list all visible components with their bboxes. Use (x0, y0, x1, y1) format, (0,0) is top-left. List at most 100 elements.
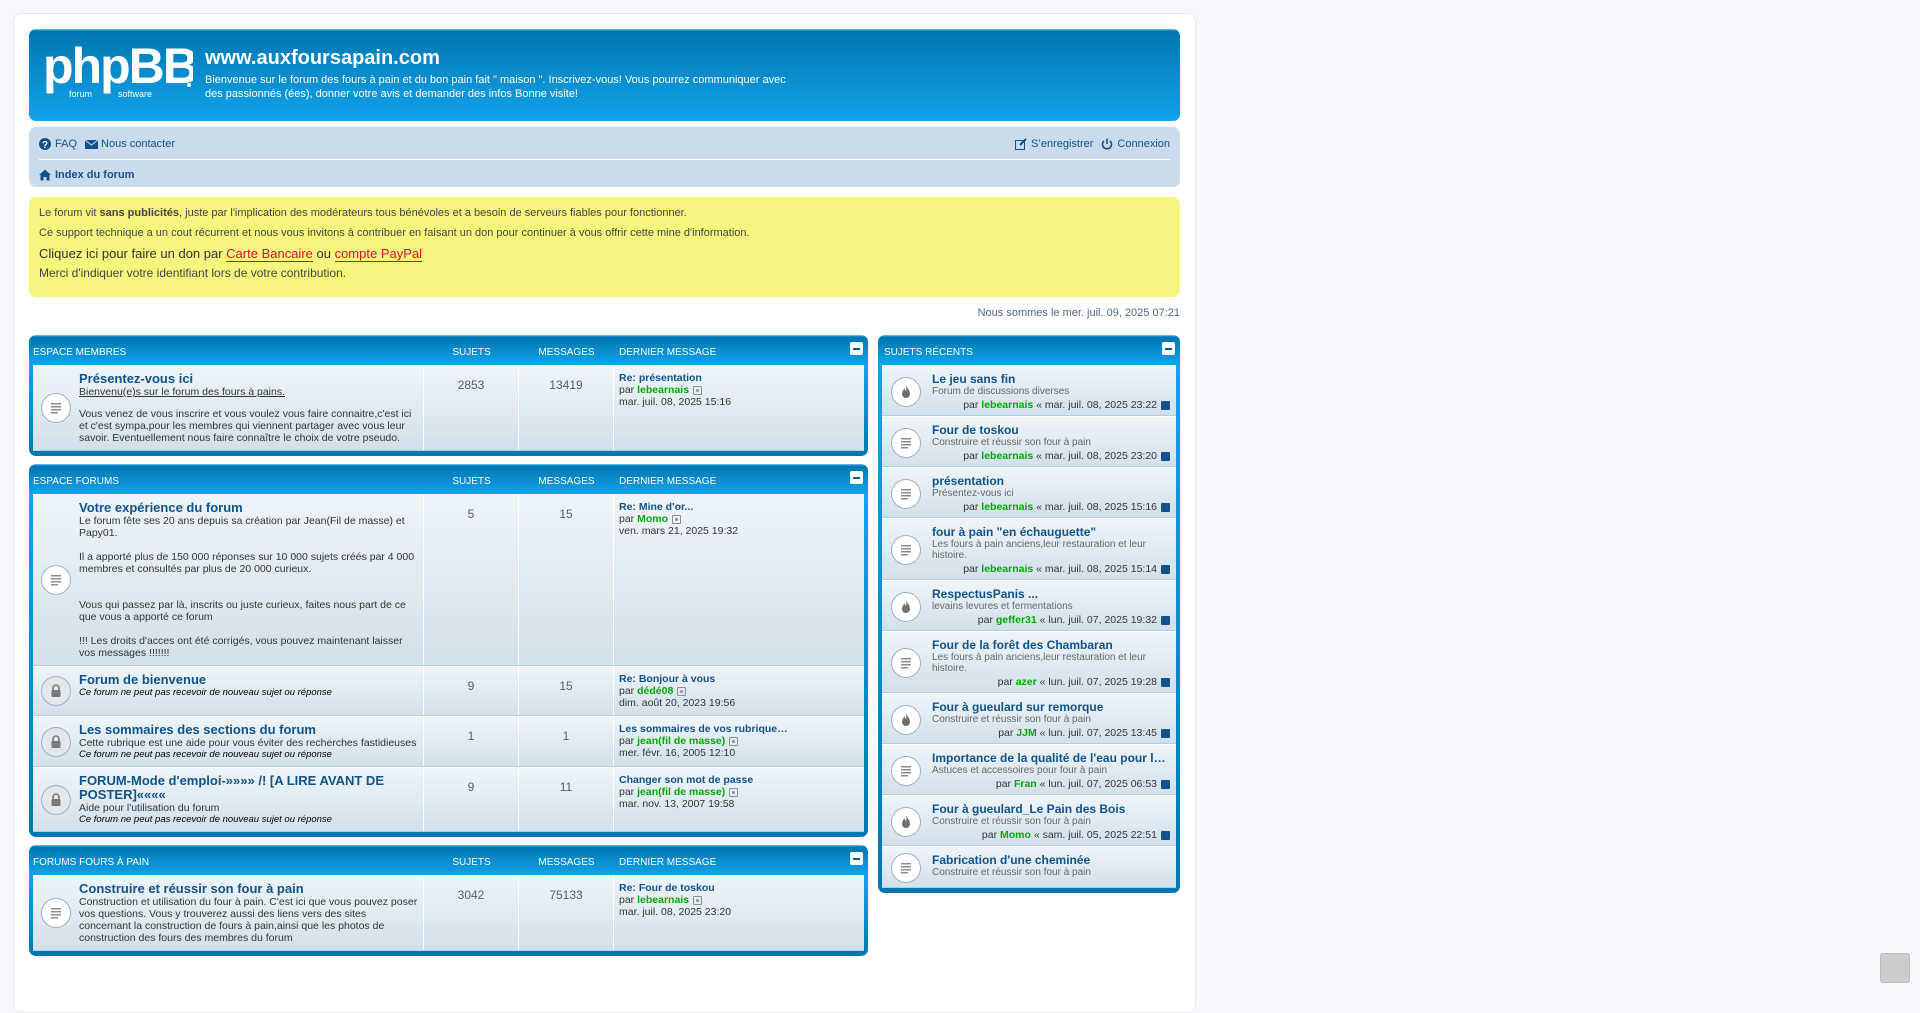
svg-text:phpBB: phpBB (43, 43, 193, 94)
recent-topic-author-link[interactable]: Fran (1014, 778, 1037, 790)
forum-index-link[interactable]: Index du forum (39, 169, 134, 181)
recent-topic-title-link[interactable]: Four à gueulard sur remorque (932, 700, 1170, 714)
recent-topic-item: Four à gueulard_Le Pain des Bois Construi… (882, 795, 1176, 846)
last-post-title-link[interactable]: Re: Four de toskou (619, 882, 715, 894)
recent-topic-title-link[interactable]: Four de toskou (932, 423, 1170, 437)
paypal-donation-link[interactable]: compte PayPal (334, 246, 423, 262)
recent-topic-body: four à pain "en échauguette" Les fours à … (926, 525, 1170, 575)
recent-topic-author-link[interactable]: JJM (1016, 727, 1036, 739)
recent-topic-item: Importance de la qualité de l'eau pour l… (882, 744, 1176, 795)
section-title[interactable]: ESPACE MEMBRES (33, 347, 424, 358)
recent-topic-author-link[interactable]: geffer31 (996, 614, 1037, 626)
view-latest-post-icon[interactable] (672, 514, 682, 524)
card-donation-link[interactable]: Carte Bancaire (226, 246, 313, 262)
last-post-title-link[interactable]: Re: Mine d'or... (619, 501, 693, 513)
recent-topic-body: Importance de la qualité de l'eau pour l… (926, 751, 1170, 790)
site-title[interactable]: www.auxfoursapain.com (205, 47, 440, 70)
col-last-header: DERNIER MESSAGE (619, 856, 717, 868)
last-post-author-link[interactable]: dédé08 (637, 685, 673, 697)
last-post-author-link[interactable]: Momo (637, 513, 668, 525)
last-post-author-link[interactable]: jean(fil de masse) (637, 735, 725, 747)
last-post: Re: Bonjour à vous par dédé08 dim. août 20… (614, 667, 864, 715)
recent-topic-date: « mar. juil. 08, 2025 23:22 (1033, 399, 1157, 411)
recent-topic-forum: Construire et réussir son four à pain (932, 437, 1091, 448)
scroll-top-button[interactable] (1880, 953, 1910, 983)
recent-topic-body: Four de la forêt des Chambaran Les fours … (926, 638, 1170, 688)
forum-title-link[interactable]: Votre expérience du forum (79, 501, 418, 515)
collapse-section-button[interactable] (850, 342, 863, 355)
recent-topic-author-link[interactable]: lebearnais (981, 501, 1033, 513)
recent-topic-title-link[interactable]: four à pain "en échauguette" (932, 525, 1170, 539)
last-post-author-link[interactable]: lebearnais (637, 384, 689, 396)
last-post: Les sommaires de vos rubrique… par jean(f… (614, 717, 864, 766)
recent-topic-title-link[interactable]: RespectusPanis ... (932, 587, 1170, 601)
view-latest-post-icon[interactable] (693, 895, 703, 905)
last-post-title-link[interactable]: Re: présentation (619, 372, 702, 384)
view-latest-post-icon[interactable] (677, 686, 687, 696)
forum-title-link[interactable]: FORUM-Mode d'emploi-»»»» /! [A LIRE AVAN… (79, 774, 418, 802)
forum-info: Votre expérience du forum Le forum fête s… (33, 495, 424, 665)
view-latest-post-icon[interactable] (729, 736, 739, 746)
collapse-section-button[interactable] (850, 471, 863, 484)
col-posts-header: MESSAGES (538, 475, 595, 487)
recent-topic-author-link[interactable]: Momo (1000, 829, 1031, 841)
by-label: par (619, 735, 638, 747)
recent-topic-author-link[interactable]: lebearnais (981, 399, 1033, 411)
collapse-section-button[interactable] (850, 852, 863, 865)
topics-count: 9 (424, 768, 519, 831)
topics-count: 5 (424, 495, 519, 665)
recent-topic-author-link[interactable]: azer (1016, 676, 1037, 688)
forum-title-link[interactable]: Les sommaires des sections du forum (79, 723, 418, 737)
recent-topic-author-link[interactable]: lebearnais (981, 563, 1033, 575)
goto-post-icon[interactable] (1161, 677, 1170, 687)
goto-post-icon[interactable] (1161, 564, 1170, 574)
last-post-author-link[interactable]: lebearnais (637, 894, 689, 906)
recent-topic-forum: Présentez-vous ici (932, 488, 1014, 499)
recent-topic-author-link[interactable]: lebearnais (981, 450, 1033, 462)
forum-title-link[interactable]: Forum de bienvenue (79, 673, 418, 687)
forum-title-link[interactable]: Présentez-vous ici (79, 372, 418, 386)
last-post-title-link[interactable]: Les sommaires de vos rubrique… (619, 723, 788, 735)
phpbb-logo[interactable]: phpBB forum software (43, 38, 199, 103)
goto-post-icon[interactable] (1161, 615, 1170, 625)
section-title[interactable]: FORUMS FOURS À PAIN (33, 857, 424, 868)
login-link[interactable]: Connexion (1101, 138, 1170, 150)
col-topics-header: SUJETS (452, 856, 491, 868)
forum-body: Construire et réussir son four à pain Con… (74, 882, 418, 945)
contact-link[interactable]: Nous contacter (84, 138, 175, 150)
view-latest-post-icon[interactable] (693, 385, 703, 395)
last-post-author-link[interactable]: jean(fil de masse) (637, 786, 725, 798)
section-title[interactable]: ESPACE FORUMS (33, 476, 424, 487)
recent-topic-date: « sam. juil. 05, 2025 22:51 (1030, 829, 1157, 841)
goto-post-icon[interactable] (1161, 728, 1170, 738)
goto-post-icon[interactable] (1161, 502, 1170, 512)
register-link[interactable]: S’enregistrer (1015, 138, 1093, 150)
forum-title-link[interactable]: Construire et réussir son four à pain (79, 882, 418, 896)
recent-topic-title-link[interactable]: Four à gueulard_Le Pain des Bois (932, 802, 1170, 816)
recent-topic-title-link[interactable]: Le jeu sans fin (932, 372, 1170, 386)
collapse-recent-button[interactable] (1162, 342, 1175, 355)
goto-post-icon[interactable] (1161, 451, 1170, 461)
goto-post-icon[interactable] (1161, 830, 1170, 840)
recent-topic-title-link[interactable]: Four de la forêt des Chambaran (932, 638, 1170, 652)
recent-topic-title-link[interactable]: Fabrication d'une cheminée (932, 853, 1170, 867)
goto-post-icon[interactable] (1161, 400, 1170, 410)
recent-topic-title-link[interactable]: Importance de la qualité de l'eau pour l… (932, 751, 1170, 765)
posts-count: 11 (519, 768, 614, 831)
last-post-date: ven. mars 21, 2025 19:32 (619, 525, 739, 537)
recent-topic-title-link[interactable]: présentation (932, 474, 1170, 488)
recent-topic-forum: levains levures et fermentations (932, 601, 1073, 612)
view-latest-post-icon[interactable] (729, 787, 739, 797)
col-last-header: DERNIER MESSAGE (619, 346, 717, 358)
last-post-title-link[interactable]: Changer son mot de passe (619, 774, 753, 786)
last-post-title-link[interactable]: Re: Bonjour à vous (619, 673, 715, 685)
recent-topic-forum: Construire et réussir son four à pain (932, 867, 1091, 878)
recent-topic-item: Four à gueulard sur remorque Construire e… (882, 693, 1176, 744)
forum-row: Votre expérience du forum Le forum fête s… (33, 494, 864, 666)
goto-post-icon[interactable] (1161, 779, 1170, 789)
forum-section: ESPACE MEMBRES SUJETS MESSAGES DERNIER MESS… (29, 335, 868, 456)
recent-topic-meta: par Momo « sam. juil. 05, 2025 22:51 (932, 829, 1170, 841)
faq-link[interactable]: ? FAQ (39, 138, 77, 151)
recent-topic-item: Le jeu sans fin Forum de discussions dive… (882, 365, 1176, 416)
notice-line-4: Merci d'indiquer votre identifiant lors … (39, 266, 347, 280)
